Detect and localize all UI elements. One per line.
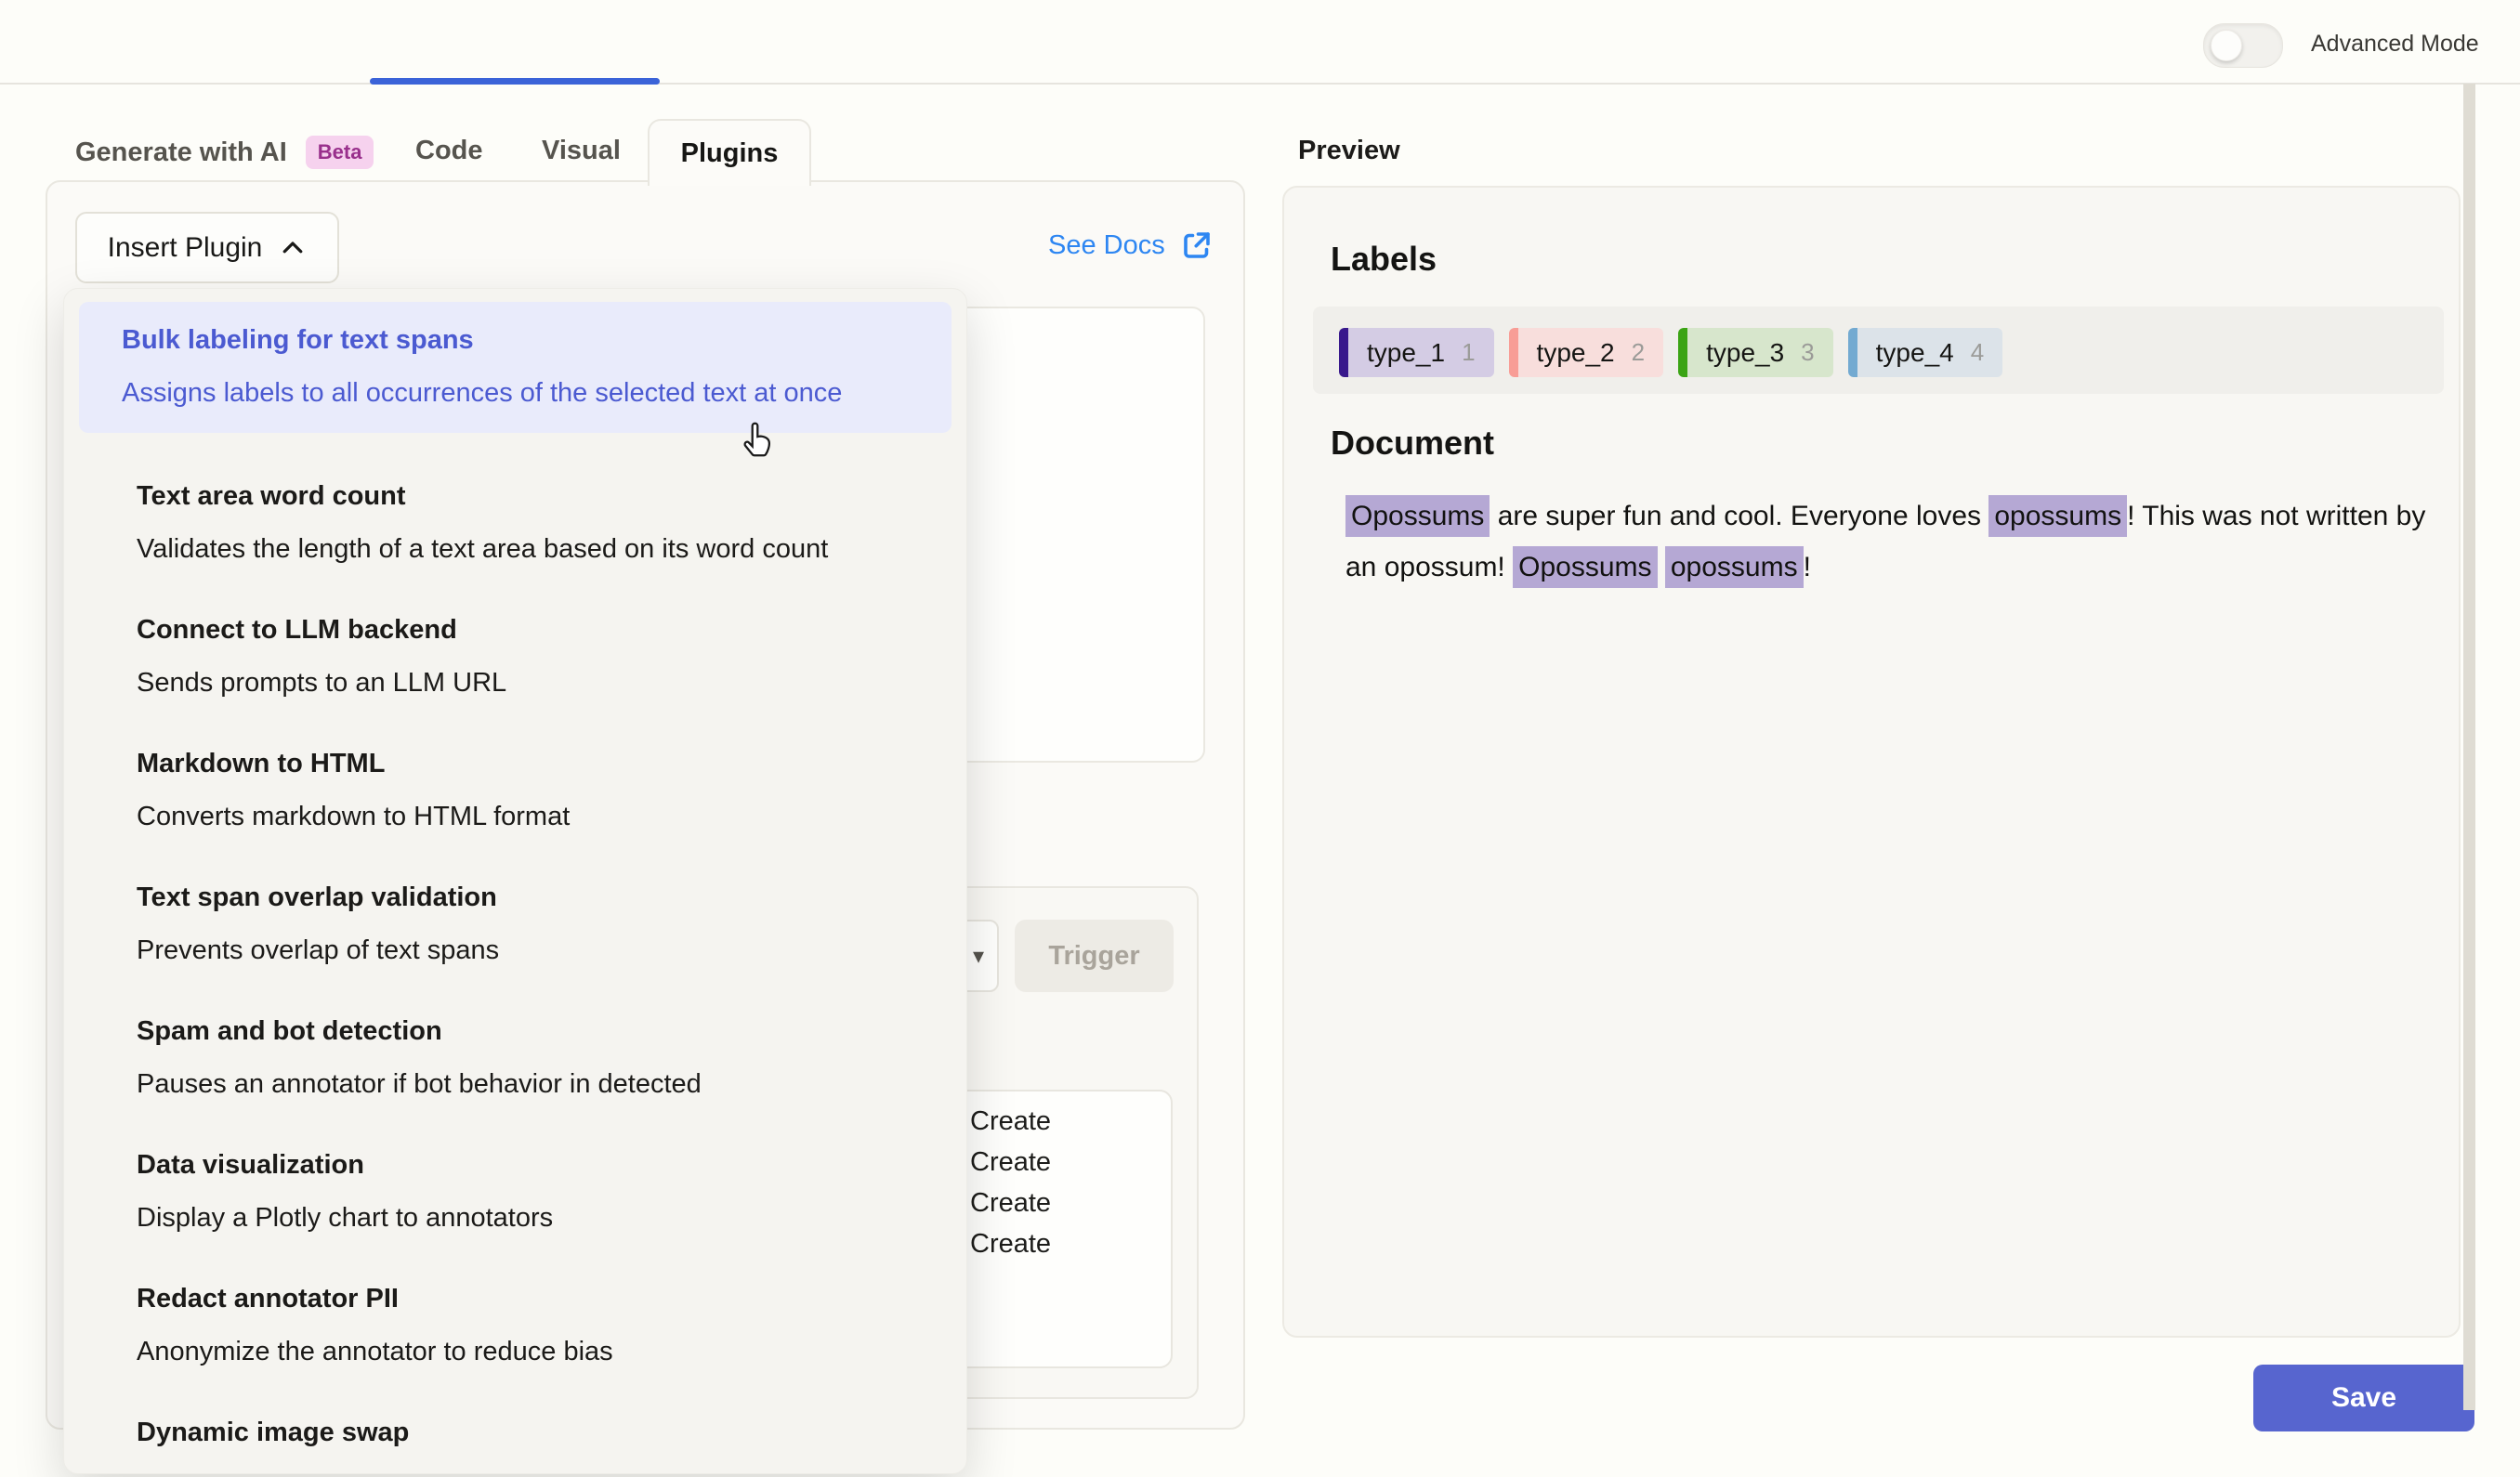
tab-generate-label: Generate with AI bbox=[75, 137, 287, 168]
text-span-highlight[interactable]: opossums bbox=[1988, 495, 2127, 537]
menu-item-redact-pii[interactable]: Redact annotator PII Anonymize the annot… bbox=[79, 1281, 952, 1369]
advanced-mode-toggle[interactable] bbox=[2203, 23, 2283, 68]
menu-item-bulk-labeling[interactable]: Bulk labeling for text spans Assigns lab… bbox=[79, 302, 952, 433]
menu-item-title: Connect to LLM backend bbox=[137, 612, 924, 647]
chip-hotkey: 3 bbox=[1801, 338, 1814, 367]
menu-item-overlap-validation[interactable]: Text span overlap validation Prevents ov… bbox=[79, 880, 952, 968]
menu-item-data-viz[interactable]: Data visualization Display a Plotly char… bbox=[79, 1147, 952, 1235]
tab-generate-with-ai[interactable]: Generate with AI Beta bbox=[75, 136, 374, 169]
chip-hotkey: 1 bbox=[1462, 338, 1475, 367]
tab-code[interactable]: Code bbox=[415, 136, 483, 166]
text-span-highlight[interactable]: opossums bbox=[1665, 546, 1804, 588]
chip-label: type_4 bbox=[1876, 338, 1954, 368]
menu-item-markdown-html[interactable]: Markdown to HTML Converts markdown to HT… bbox=[79, 746, 952, 834]
toggle-knob-icon bbox=[2211, 30, 2242, 61]
save-button[interactable]: Save bbox=[2253, 1365, 2474, 1431]
external-link-icon bbox=[1180, 229, 1214, 262]
menu-item-title: Data visualization bbox=[137, 1147, 924, 1183]
chip-color-bar bbox=[1339, 328, 1348, 377]
see-docs-label: See Docs bbox=[1048, 230, 1165, 261]
label-chip-type-1[interactable]: type_1 1 bbox=[1339, 328, 1494, 377]
chip-hotkey: 2 bbox=[1632, 338, 1645, 367]
advanced-mode-label: Advanced Mode bbox=[2311, 31, 2479, 58]
menu-item-desc: Validates the length of a text area base… bbox=[137, 531, 924, 567]
labels-heading: Labels bbox=[1331, 240, 1437, 279]
label-chip-type-2[interactable]: type_2 2 bbox=[1509, 328, 1664, 377]
menu-item-word-count[interactable]: Text area word count Validates the lengt… bbox=[79, 478, 952, 567]
active-nav-underline bbox=[370, 78, 660, 85]
menu-item-title: Dynamic image swap bbox=[137, 1415, 924, 1450]
see-docs-link[interactable]: See Docs bbox=[1048, 229, 1214, 262]
menu-item-desc: Pauses an annotator if bot behavior in d… bbox=[137, 1066, 924, 1102]
chip-label: type_2 bbox=[1537, 338, 1615, 368]
tab-visual[interactable]: Visual bbox=[542, 136, 621, 166]
text-span-highlight[interactable]: Opossums bbox=[1513, 546, 1657, 588]
chip-color-bar bbox=[1509, 328, 1518, 377]
preview-heading: Preview bbox=[1298, 136, 1400, 166]
beta-badge: Beta bbox=[306, 136, 374, 169]
insert-plugin-button[interactable]: Insert Plugin bbox=[75, 212, 339, 283]
label-chip-type-4[interactable]: type_4 4 bbox=[1848, 328, 2003, 377]
menu-item-desc: Converts markdown to HTML format bbox=[137, 799, 924, 834]
document-heading: Document bbox=[1331, 424, 1494, 463]
caret-down-icon: ▾ bbox=[973, 943, 984, 970]
text-span-highlight[interactable]: Opossums bbox=[1345, 495, 1490, 537]
menu-item-desc: Anonymize the annotator to reduce bias bbox=[137, 1334, 924, 1369]
menu-item-title: Redact annotator PII bbox=[137, 1281, 924, 1316]
menu-item-desc: Assigns labels to all occurrences of the… bbox=[122, 375, 924, 411]
menu-item-desc: Changes active image based on conditions bbox=[137, 1468, 924, 1474]
chip-color-bar bbox=[1848, 328, 1857, 377]
menu-item-title: Text span overlap validation bbox=[137, 880, 924, 915]
menu-item-desc: Sends prompts to an LLM URL bbox=[137, 665, 924, 700]
chip-color-bar bbox=[1678, 328, 1687, 377]
menu-item-llm-backend[interactable]: Connect to LLM backend Sends prompts to … bbox=[79, 612, 952, 700]
top-header bbox=[0, 0, 2520, 85]
text-span bbox=[1658, 552, 1665, 582]
menu-item-spam-bot[interactable]: Spam and bot detection Pauses an annotat… bbox=[79, 1013, 952, 1102]
insert-plugin-label: Insert Plugin bbox=[108, 232, 263, 264]
scrollbar[interactable] bbox=[2463, 84, 2475, 1410]
document-text: Opossums are super fun and cool. Everyon… bbox=[1345, 490, 2451, 593]
trigger-button[interactable]: Trigger bbox=[1015, 920, 1174, 992]
chevron-up-icon bbox=[279, 234, 307, 262]
chip-label: type_3 bbox=[1706, 338, 1784, 368]
menu-item-title: Spam and bot detection bbox=[137, 1013, 924, 1049]
menu-item-title: Bulk labeling for text spans bbox=[122, 322, 924, 358]
menu-item-desc: Prevents overlap of text spans bbox=[137, 933, 924, 968]
chip-label: type_1 bbox=[1367, 338, 1445, 368]
menu-item-image-swap[interactable]: Dynamic image swap Changes active image … bbox=[79, 1415, 952, 1474]
label-chip-type-3[interactable]: type_3 3 bbox=[1678, 328, 1833, 377]
label-chips-row: type_1 1 type_2 2 type_3 3 type_4 4 bbox=[1339, 328, 2002, 377]
tab-plugins[interactable]: Plugins bbox=[648, 119, 811, 186]
text-span: are super fun and cool. Everyone loves bbox=[1490, 501, 1988, 531]
menu-item-title: Markdown to HTML bbox=[137, 746, 924, 781]
chip-hotkey: 4 bbox=[1971, 338, 1984, 367]
menu-item-desc: Display a Plotly chart to annotators bbox=[137, 1200, 924, 1235]
menu-item-title: Text area word count bbox=[137, 478, 924, 514]
insert-plugin-menu: Bulk labeling for text spans Assigns lab… bbox=[63, 288, 967, 1474]
text-span: ! bbox=[1804, 552, 1811, 582]
